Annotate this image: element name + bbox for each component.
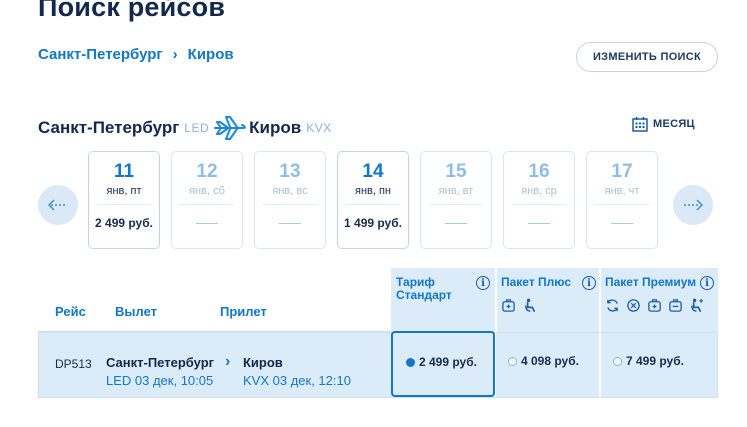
arrow-right-icon	[684, 199, 703, 211]
radio-icon	[613, 356, 622, 366]
date-card-17[interactable]: 17 янв, чт	[586, 151, 658, 249]
change-search-button[interactable]: ИЗМЕНИТЬ ПОИСК	[576, 42, 718, 72]
fare-standard-option[interactable]: 2 499 руб.	[406, 355, 477, 369]
date-day: 13	[279, 161, 301, 182]
date-weekday: янв, вт	[438, 185, 474, 197]
route-to-code: KVX	[306, 121, 332, 135]
tariff-standard-line2: Стандарт	[396, 288, 452, 302]
next-dates-button[interactable]	[673, 185, 713, 225]
divider	[599, 333, 601, 397]
prev-dates-button[interactable]	[38, 185, 78, 225]
date-weekday: янв, ср	[521, 185, 557, 197]
date-day: 11	[113, 161, 135, 182]
tariff-premium-header: Пакет Премиум i	[601, 268, 718, 332]
info-icon[interactable]: i	[476, 276, 490, 290]
baggage-plus-icon	[669, 299, 682, 312]
no-price-dash	[445, 223, 467, 224]
date-card-16[interactable]: 16 янв, ср	[503, 151, 575, 249]
no-price-dash	[528, 223, 550, 224]
divider	[346, 204, 400, 205]
baggage-icon	[648, 299, 661, 312]
route-from-city: Санкт-Петербург	[38, 118, 180, 137]
date-card-15[interactable]: 15 янв, вт	[420, 151, 492, 249]
breadcrumb-from[interactable]: Санкт-Петербург	[38, 46, 163, 63]
date-card-13[interactable]: 13 янв, вс	[254, 151, 326, 249]
breadcrumb: Санкт-Петербург › Киров	[38, 46, 234, 63]
route-from-code: LED	[184, 121, 210, 135]
info-icon[interactable]: i	[700, 276, 714, 290]
column-flight: Рейс	[55, 304, 86, 319]
direction-arrow-icon: ›	[225, 353, 231, 370]
radio-icon	[508, 356, 517, 366]
date-day: 16	[528, 161, 550, 182]
divider	[429, 204, 483, 205]
divider	[180, 204, 234, 205]
info-icon[interactable]: i	[582, 276, 596, 290]
priority-seat-icon	[691, 298, 704, 312]
fare-standard-price: 2 499 руб.	[419, 355, 477, 369]
date-weekday: янв, пт	[106, 185, 142, 197]
no-price-dash	[279, 223, 301, 224]
fare-plus-option[interactable]: 4 098 руб.	[508, 354, 579, 368]
baggage-icon	[502, 299, 515, 312]
divider	[263, 204, 317, 205]
refund-icon	[627, 299, 640, 312]
date-weekday: янв, чт	[604, 185, 640, 197]
breadcrumb-to[interactable]: Киров	[188, 46, 234, 63]
divider	[97, 204, 151, 205]
breadcrumb-separator-icon: ›	[172, 46, 178, 63]
date-day: 17	[611, 161, 633, 182]
date-day: 15	[445, 161, 467, 182]
arrow-left-icon	[48, 199, 67, 211]
month-view-button[interactable]: МЕСЯЦ	[632, 116, 695, 132]
fare-plus-price: 4 098 руб.	[521, 354, 579, 368]
route-header: Санкт-Петербург LED Киров KVX	[38, 115, 336, 141]
column-arrival: Прилет	[220, 304, 267, 319]
column-departure: Вылет	[115, 304, 158, 319]
route-to-city: Киров	[249, 118, 302, 137]
departure-city: Санкт-Петербург	[106, 355, 215, 370]
divider	[595, 204, 649, 205]
calendar-icon	[632, 117, 648, 132]
date-weekday: янв, вс	[272, 185, 308, 197]
date-card-14[interactable]: 14 янв, пн 1 499 руб.	[337, 151, 409, 249]
date-price: 2 499 руб.	[95, 216, 153, 230]
flight-number: DP513	[55, 357, 92, 371]
fare-premium-price: 7 499 руб.	[626, 354, 684, 368]
departure-cell: Санкт-Петербург LED 03 дек, 10:05	[106, 355, 214, 388]
fare-premium-option[interactable]: 7 499 руб.	[613, 354, 684, 368]
date-day: 12	[196, 161, 218, 182]
date-day: 14	[362, 161, 384, 182]
divider	[495, 333, 496, 397]
seat-icon	[525, 298, 536, 312]
date-weekday: янв, пн	[354, 185, 392, 197]
airplane-icon	[214, 116, 246, 140]
no-price-dash	[611, 223, 633, 224]
date-price: 1 499 руб.	[344, 216, 402, 230]
departure-detail: LED 03 дек, 10:05	[106, 373, 214, 388]
fare-standard-cell[interactable]: 2 499 руб.	[391, 331, 495, 397]
tariff-premium-label: Пакет Премиум	[605, 275, 697, 289]
page-title: Поиск рейсов	[38, 0, 226, 22]
exchange-icon	[607, 299, 618, 312]
tariff-plus-header: Пакет Плюс i	[497, 268, 599, 332]
arrival-cell: Киров KVX 03 дек, 12:10	[243, 355, 351, 388]
divider	[512, 204, 566, 205]
radio-selected-icon	[406, 357, 415, 367]
date-card-11[interactable]: 11 янв, пт 2 499 руб.	[88, 151, 160, 249]
month-label: МЕСЯЦ	[653, 118, 695, 130]
date-card-12[interactable]: 12 янв, сб	[171, 151, 243, 249]
tariff-plus-label: Пакет Плюс	[501, 275, 572, 289]
arrival-city: Киров	[243, 355, 283, 370]
date-weekday: янв, сб	[189, 185, 225, 197]
tariff-standard-header: Тариф Стандарт i	[391, 268, 495, 332]
no-price-dash	[196, 223, 218, 224]
arrival-detail: KVX 03 дек, 12:10	[243, 373, 351, 388]
